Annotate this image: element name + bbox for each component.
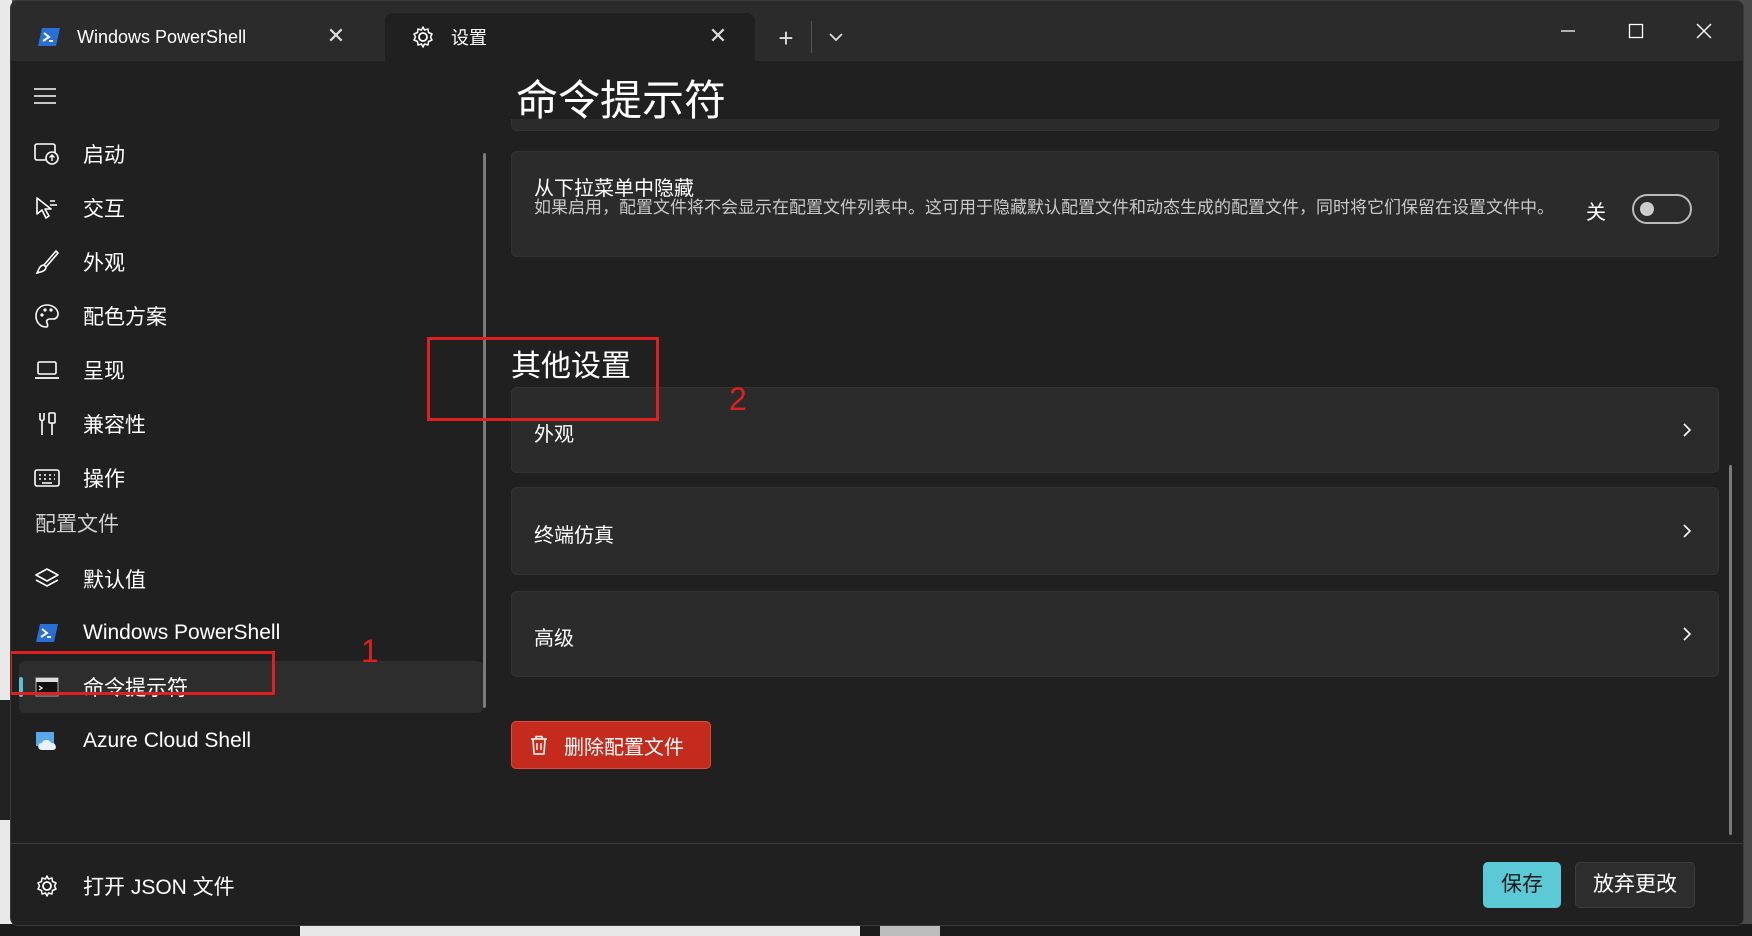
- appearance-nav-card[interactable]: 外观: [511, 387, 1719, 473]
- annotation-box-2: [427, 337, 659, 421]
- sidebar-item-label: 默认值: [83, 569, 146, 592]
- chevron-right-icon: [1683, 524, 1692, 538]
- delete-profile-button[interactable]: 删除配置文件: [511, 721, 711, 769]
- gear-icon: [33, 872, 61, 900]
- annotation-box-1: [11, 651, 275, 695]
- sidebar-item-label: 外观: [83, 252, 125, 275]
- sidebar-item-label: 操作: [83, 468, 125, 491]
- terminal-emulation-nav-card[interactable]: 终端仿真: [511, 487, 1719, 575]
- open-json-label: 打开 JSON 文件: [83, 876, 235, 899]
- chevron-down-icon[interactable]: [819, 21, 853, 55]
- azure-cloud-icon: [33, 727, 61, 755]
- annotation-number-2: 2: [729, 381, 747, 417]
- laptop-icon: [33, 356, 61, 384]
- tab-separator: [811, 21, 812, 53]
- toggle-state-label: 关: [1586, 202, 1606, 224]
- sidebar-item-color-schemes[interactable]: 配色方案: [19, 290, 483, 342]
- settings-sidebar: 启动 交互 外观 配色方案 呈现 兼容性 操作 配置文件 默认值 Windows…: [11, 61, 491, 841]
- sidebar-footer: 打开 JSON 文件: [11, 843, 491, 925]
- sidebar-item-startup[interactable]: 启动: [19, 128, 483, 180]
- sidebar-item-compatibility[interactable]: 兼容性: [19, 398, 483, 450]
- tab-label: Windows PowerShell: [77, 26, 247, 47]
- chevron-right-icon: [1683, 627, 1692, 641]
- sidebar-item-azure-cloud-shell[interactable]: Azure Cloud Shell: [19, 715, 483, 767]
- chevron-right-icon: [1683, 423, 1692, 437]
- tab-label: 设置: [451, 28, 487, 48]
- save-button[interactable]: 保存: [1483, 862, 1561, 908]
- tab-windows-powershell[interactable]: Windows PowerShell ✕: [11, 13, 373, 61]
- hide-from-dropdown-toggle[interactable]: [1632, 194, 1692, 224]
- card-label: 外观: [534, 424, 574, 446]
- sidebar-item-rendering[interactable]: 呈现: [19, 344, 483, 396]
- previous-setting-card: [511, 119, 1719, 131]
- sidebar-item-label: Windows PowerShell: [83, 621, 281, 644]
- powershell-icon: [37, 25, 61, 49]
- open-json-file-button[interactable]: 打开 JSON 文件: [19, 860, 483, 912]
- delete-profile-label: 删除配置文件: [564, 736, 684, 759]
- sidebar-item-label: 交互: [83, 198, 125, 221]
- minimize-button[interactable]: [1543, 11, 1593, 51]
- tab-settings[interactable]: 设置 ✕: [385, 13, 755, 61]
- sidebar-scrollbar[interactable]: [483, 153, 486, 708]
- hamburger-menu-icon[interactable]: [33, 86, 59, 110]
- tools-icon: [33, 410, 61, 438]
- close-icon[interactable]: ✕: [325, 25, 347, 47]
- settings-content: 命令提示符 从下拉菜单中隐藏 如果启用，配置文件将不会显示在配置文件列表中。这可…: [491, 61, 1743, 843]
- window-close-button[interactable]: [1679, 11, 1729, 51]
- trash-icon: [531, 735, 547, 755]
- toggle-knob: [1640, 202, 1654, 216]
- sidebar-item-label: 配色方案: [83, 306, 167, 329]
- content-scrollbar[interactable]: [1729, 465, 1732, 835]
- terminal-window: Windows PowerShell ✕ 设置 ✕ + 启动 交互 外观 配色方…: [10, 0, 1744, 926]
- discard-changes-button[interactable]: 放弃更改: [1575, 862, 1695, 908]
- palette-icon: [33, 302, 61, 330]
- sidebar-item-interaction[interactable]: 交互: [19, 182, 483, 234]
- keyboard-icon: [33, 464, 61, 492]
- gear-icon: [411, 25, 435, 49]
- hide-from-dropdown-setting: 从下拉菜单中隐藏 如果启用，配置文件将不会显示在配置文件列表中。这可用于隐藏默认…: [511, 151, 1719, 257]
- sidebar-item-appearance[interactable]: 外观: [19, 236, 483, 288]
- powershell-icon: [33, 619, 61, 647]
- interaction-icon: [33, 194, 61, 222]
- profiles-section-header: 配置文件: [35, 513, 119, 536]
- new-tab-button[interactable]: +: [769, 21, 803, 55]
- layers-icon: [33, 565, 61, 593]
- brush-icon: [33, 248, 61, 276]
- card-label: 终端仿真: [534, 525, 614, 547]
- card-label: 高级: [534, 628, 574, 650]
- title-bar: Windows PowerShell ✕ 设置 ✕ +: [11, 1, 1743, 61]
- sidebar-item-label: 呈现: [83, 360, 125, 383]
- startup-icon: [33, 140, 61, 168]
- setting-description: 如果启用，配置文件将不会显示在配置文件列表中。这可用于隐藏默认配置文件和动态生成…: [534, 198, 1554, 217]
- annotation-number-1: 1: [361, 633, 379, 669]
- close-icon[interactable]: ✕: [707, 25, 729, 47]
- action-bar: 保存 放弃更改: [491, 843, 1743, 925]
- maximize-button[interactable]: [1611, 11, 1661, 51]
- sidebar-item-label: 兼容性: [83, 414, 146, 437]
- sidebar-item-defaults[interactable]: 默认值: [19, 553, 483, 605]
- sidebar-item-label: Azure Cloud Shell: [83, 729, 252, 752]
- sidebar-item-label: 启动: [83, 144, 125, 167]
- advanced-nav-card[interactable]: 高级: [511, 591, 1719, 677]
- sidebar-item-actions[interactable]: 操作: [19, 452, 483, 504]
